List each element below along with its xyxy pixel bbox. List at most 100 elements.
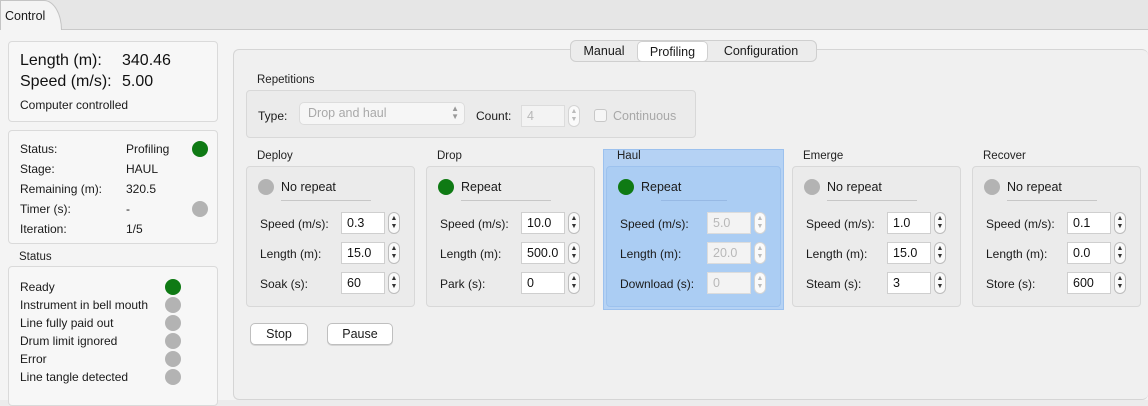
haul-speed-input[interactable]	[707, 212, 751, 234]
status-item-error: Error	[20, 352, 47, 366]
repetitions-title: Repetitions	[257, 74, 315, 86]
status-item-ready: Ready	[20, 280, 55, 294]
recover-length-label: Length (m):	[986, 247, 1048, 261]
type-select[interactable]: Drop and haul ▲ ▼	[299, 102, 465, 125]
state-label-iteration: Iteration:	[20, 222, 67, 236]
status-item-paid-out: Line fully paid out	[20, 316, 114, 330]
bell-mouth-indicator-dot	[165, 297, 181, 313]
emerge-speed-input[interactable]	[887, 212, 931, 234]
stage-box-haul: Repeat Speed (m/s): ▲▼ Length (m): ▲▼ Do…	[606, 166, 781, 307]
haul-repeat-dot[interactable]	[618, 179, 634, 195]
mode-segmented-control: Manual Profiling Configuration	[570, 40, 817, 62]
state-value-status: Profiling	[126, 142, 170, 156]
stage-box-recover: No repeat Speed (m/s): ▲▼ Length (m): ▲▼…	[972, 166, 1141, 307]
recover-mode-label: No repeat	[1007, 180, 1062, 194]
recover-mode-underline	[1007, 200, 1097, 201]
drop-speed-input[interactable]	[521, 212, 565, 234]
deploy-mode-underline	[281, 200, 371, 201]
deploy-length-label: Length (m):	[260, 247, 322, 261]
stage-title-haul: Haul	[617, 150, 641, 162]
state-label-stage: Stage:	[20, 162, 55, 176]
stage-title-recover: Recover	[983, 150, 1026, 162]
drop-mode-underline	[461, 200, 551, 201]
segment-configuration[interactable]: Configuration	[708, 41, 814, 61]
deploy-length-input[interactable]	[341, 242, 385, 264]
deploy-speed-input[interactable]	[341, 212, 385, 234]
continuous-label: Continuous	[613, 109, 677, 123]
recover-speed-input[interactable]	[1067, 212, 1111, 234]
tab-control[interactable]: Control	[0, 0, 62, 31]
drop-park-label: Park (s):	[440, 277, 486, 291]
count-stepper[interactable]: ▲ ▼	[568, 105, 580, 127]
segment-manual[interactable]: Manual	[571, 41, 637, 61]
state-value-remaining: 320.5	[126, 182, 157, 196]
emerge-mode-label: No repeat	[827, 180, 882, 194]
length-value: 340.46	[122, 52, 171, 69]
state-value-timer: -	[126, 202, 130, 216]
drop-length-input[interactable]	[521, 242, 565, 264]
recover-store-label: Store (s):	[986, 277, 1036, 291]
deploy-length-stepper[interactable]: ▲ ▼	[388, 242, 400, 264]
deploy-soak-stepper[interactable]: ▲ ▼	[388, 272, 400, 294]
emerge-repeat-dot[interactable]	[804, 179, 820, 195]
haul-length-label: Length (m):	[620, 247, 682, 261]
recover-speed-stepper[interactable]: ▲ ▼	[1114, 212, 1126, 234]
status-item-drum-limit: Drum limit ignored	[20, 334, 118, 348]
haul-length-stepper[interactable]: ▲ ▼	[754, 242, 766, 264]
status-indicator-dot	[192, 141, 208, 157]
haul-length-input[interactable]	[707, 242, 751, 264]
haul-download-input[interactable]	[707, 272, 751, 294]
drop-mode-label: Repeat	[461, 180, 502, 194]
recover-length-stepper[interactable]: ▲ ▼	[1114, 242, 1126, 264]
emerge-length-stepper[interactable]: ▲ ▼	[934, 242, 946, 264]
deploy-repeat-dot[interactable]	[258, 179, 274, 195]
haul-download-stepper[interactable]: ▲ ▼	[754, 272, 766, 294]
stage-title-deploy: Deploy	[257, 150, 293, 162]
stage-title-drop: Drop	[437, 150, 462, 162]
pause-button[interactable]: Pause	[327, 323, 393, 345]
continuous-checkbox[interactable]	[594, 109, 607, 122]
drop-park-input[interactable]	[521, 272, 565, 294]
stage-box-emerge: No repeat Speed (m/s): ▲▼ Length (m): ▲▼…	[792, 166, 961, 307]
emerge-steam-stepper[interactable]: ▲ ▼	[934, 272, 946, 294]
type-select-value: Drop and haul	[308, 106, 387, 120]
count-label: Count:	[476, 109, 512, 123]
recover-store-stepper[interactable]: ▲ ▼	[1114, 272, 1126, 294]
stop-button[interactable]: Stop	[250, 323, 308, 345]
repetitions-box: Type: Drop and haul ▲▼ Count: ▲▼ Continu…	[246, 90, 696, 138]
status-item-bell-mouth: Instrument in bell mouth	[20, 298, 149, 312]
emerge-speed-stepper[interactable]: ▲ ▼	[934, 212, 946, 234]
recover-repeat-dot[interactable]	[984, 179, 1000, 195]
recover-speed-label: Speed (m/s):	[986, 217, 1055, 231]
deploy-soak-label: Soak (s):	[260, 277, 309, 291]
haul-mode-underline	[661, 200, 727, 201]
deploy-speed-label: Speed (m/s):	[260, 217, 329, 231]
state-label-timer: Timer (s):	[20, 202, 71, 216]
status-panel: Ready Instrument in bell mouth Line full…	[8, 266, 218, 406]
status-item-tangle: Line tangle detected	[20, 370, 129, 384]
drop-repeat-dot[interactable]	[438, 179, 454, 195]
emerge-length-input[interactable]	[887, 242, 931, 264]
segment-profiling[interactable]: Profiling	[637, 40, 708, 62]
deploy-speed-stepper[interactable]: ▲ ▼	[388, 212, 400, 234]
type-label: Type:	[258, 109, 288, 123]
drop-speed-stepper[interactable]: ▲ ▼	[568, 212, 580, 234]
tab-control-label: Control	[5, 9, 46, 23]
state-label-status: Status:	[20, 142, 58, 156]
state-panel: Status: Profiling Stage: HAUL Remaining …	[8, 130, 218, 244]
haul-speed-stepper[interactable]: ▲ ▼	[754, 212, 766, 234]
paid-out-indicator-dot	[165, 315, 181, 331]
recover-store-input[interactable]	[1067, 272, 1111, 294]
tangle-indicator-dot	[165, 369, 181, 385]
emerge-mode-underline	[827, 200, 917, 201]
drop-length-stepper[interactable]: ▲ ▼	[568, 242, 580, 264]
length-label: Length (m):	[20, 52, 102, 69]
emerge-steam-input[interactable]	[887, 272, 931, 294]
recover-length-input[interactable]	[1067, 242, 1111, 264]
status-group-title: Status	[19, 251, 52, 263]
drop-length-label: Length (m):	[440, 247, 502, 261]
deploy-soak-input[interactable]	[341, 272, 385, 294]
state-value-stage: HAUL	[126, 162, 159, 176]
drop-park-stepper[interactable]: ▲ ▼	[568, 272, 580, 294]
count-input[interactable]	[521, 105, 565, 127]
